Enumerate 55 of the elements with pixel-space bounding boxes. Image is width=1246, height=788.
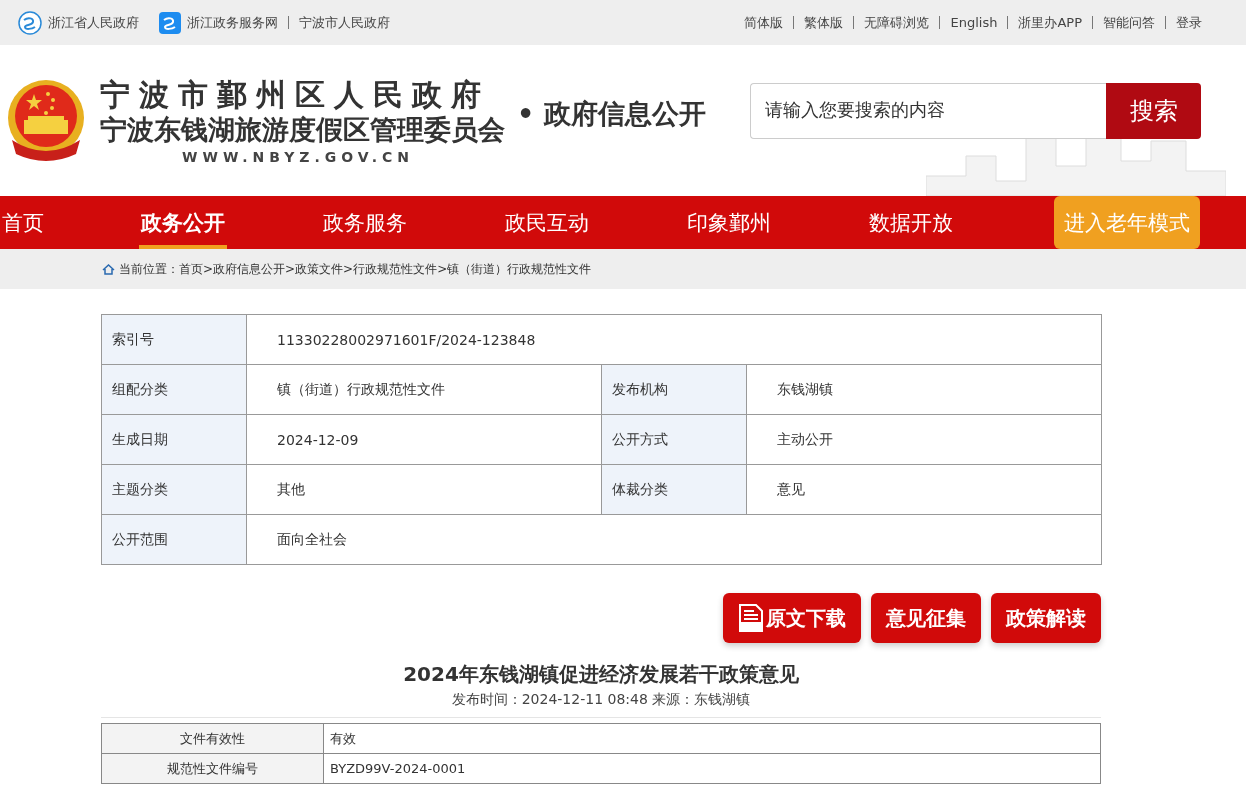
search-field[interactable]: 请输入您要搜索的内容 bbox=[750, 82, 1106, 139]
label-cell: 文件有效性 bbox=[101, 723, 324, 754]
value-cell: 主动公开 bbox=[746, 414, 1102, 465]
value-cell: 其他 bbox=[246, 464, 602, 515]
top-link[interactable]: 浙里办APP bbox=[1007, 16, 1092, 29]
top-link[interactable]: 登录 bbox=[1165, 16, 1212, 29]
label-cell: 公开范围 bbox=[101, 514, 247, 565]
nav-tab[interactable]: 印象鄞州 bbox=[685, 196, 773, 249]
pdf-icon bbox=[738, 604, 764, 632]
site-title: 宁波市鄞州区人民政府 bbox=[100, 76, 491, 113]
label-cell: 公开方式 bbox=[601, 414, 747, 465]
swirl-icon bbox=[18, 10, 42, 35]
label-cell: 索引号 bbox=[101, 314, 247, 365]
label-cell: 规范性文件编号 bbox=[101, 753, 324, 784]
emblem-icon bbox=[6, 77, 86, 164]
action-button[interactable]: 原文下载 bbox=[723, 593, 861, 643]
nav-tab[interactable]: 政务服务 bbox=[321, 196, 409, 249]
breadcrumb: 当前位置：首页>政府信息公开>政策文件>行政规范性文件>镇（街道）行政规范性文件 bbox=[119, 260, 592, 278]
top-link[interactable]: 宁波市人民政府 bbox=[288, 16, 400, 29]
link-label: 浙江省人民政府 bbox=[48, 16, 139, 29]
site-subtitle: 宁波东钱湖旅游度假区管理委员会 bbox=[100, 112, 505, 147]
nav-tab[interactable]: 数据开放 bbox=[867, 196, 955, 249]
top-link[interactable]: 繁体版 bbox=[793, 16, 854, 29]
value-cell: 11330228002971601F/2024-123848 bbox=[246, 314, 1102, 365]
action-button[interactable]: 意见征集 bbox=[871, 593, 981, 643]
label-cell: 生成日期 bbox=[101, 414, 247, 465]
top-link[interactable]: 无障碍浏览 bbox=[853, 16, 940, 29]
action-button[interactable]: 政策解读 bbox=[991, 593, 1101, 643]
top-link[interactable]: 简体版 bbox=[734, 16, 794, 29]
top-link[interactable]: English bbox=[939, 16, 1008, 29]
link-label: 浙江政务服务网 bbox=[187, 16, 278, 29]
nav-tab[interactable]: 首页 bbox=[0, 196, 46, 249]
site-url: WWW.NBYZ.GOV.CN bbox=[182, 148, 416, 165]
value-cell: 镇（街道）行政规范性文件 bbox=[246, 364, 602, 415]
value-cell: 东钱湖镇 bbox=[746, 364, 1102, 415]
value-cell: 面向全社会 bbox=[246, 514, 1102, 565]
value-cell: BYZD99V-2024-0001 bbox=[323, 753, 1101, 784]
label-cell: 主题分类 bbox=[101, 464, 247, 515]
article-meta: 发布时间：2024-12-11 08:48 来源：东钱湖镇 bbox=[101, 691, 1101, 718]
search-button[interactable]: 搜索 bbox=[1106, 82, 1201, 139]
swirl-icon bbox=[159, 11, 181, 34]
nav-tab[interactable]: 政民互动 bbox=[503, 196, 591, 249]
article-title: 2024年东钱湖镇促进经济发展若干政策意见 bbox=[402, 661, 800, 687]
top-link[interactable]: 智能问答 bbox=[1092, 16, 1165, 29]
home-icon bbox=[102, 263, 115, 275]
value-cell: 有效 bbox=[323, 723, 1101, 754]
label-cell: 组配分类 bbox=[101, 364, 247, 415]
top-link[interactable]: 浙江省人民政府 bbox=[8, 10, 149, 35]
section-title: • 政府信息公开 bbox=[517, 96, 706, 131]
nav-tab[interactable]: 政务公开 bbox=[139, 196, 227, 249]
value-cell: 2024-12-09 bbox=[246, 414, 602, 465]
top-link[interactable]: 浙江政务服务网 bbox=[149, 11, 288, 34]
value-cell: 意见 bbox=[746, 464, 1102, 515]
label-cell: 体裁分类 bbox=[601, 464, 747, 515]
label-cell: 发布机构 bbox=[601, 364, 747, 415]
